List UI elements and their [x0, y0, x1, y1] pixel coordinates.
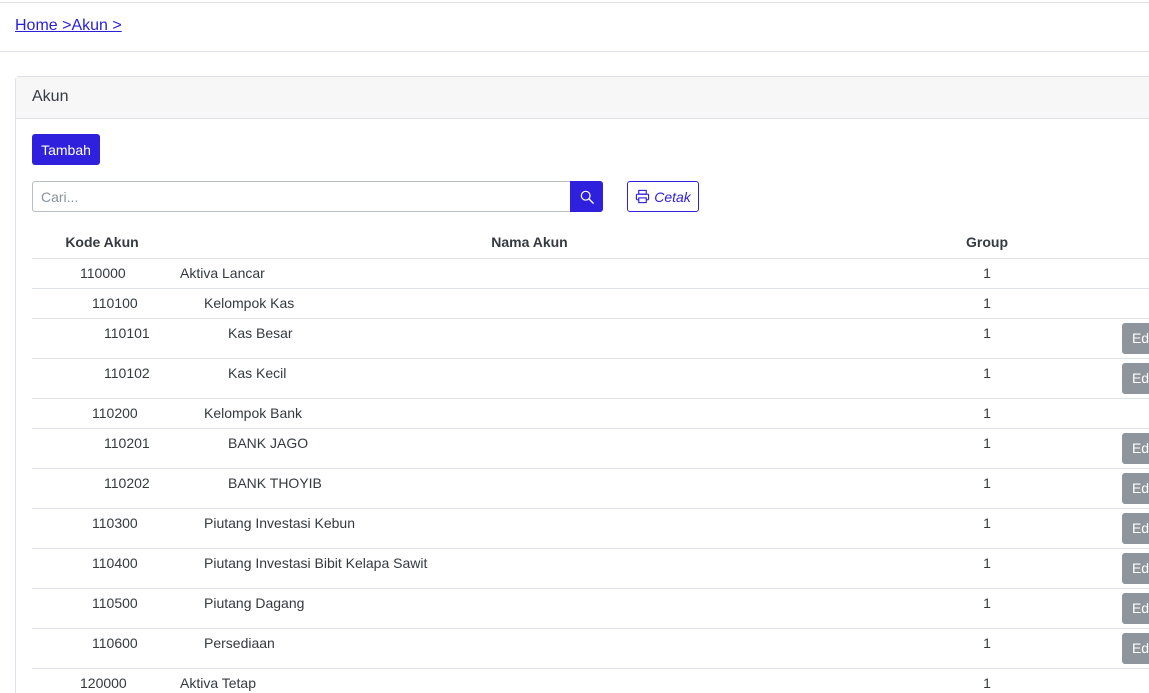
- table-row: 110201BANK JAGO1 Edit: [32, 428, 1149, 469]
- cell-group: 1: [887, 628, 1087, 669]
- cell-group: 1: [887, 468, 1087, 509]
- cell-kode-akun: 110102: [32, 358, 172, 399]
- cell-group: 1: [887, 508, 1087, 549]
- cell-kode-akun: 120000: [32, 668, 172, 693]
- cell-action: Edit: [1087, 548, 1149, 589]
- search-icon: [580, 190, 594, 204]
- cell-group: 1: [887, 588, 1087, 629]
- card-title: Akun: [16, 77, 1149, 119]
- table-row: 110202BANK THOYIB1 Edit: [32, 468, 1149, 509]
- edit-button[interactable]: Edit: [1122, 592, 1149, 624]
- cell-action: [1087, 398, 1149, 429]
- cell-nama-akun: Piutang Dagang: [172, 588, 887, 629]
- cell-nama-akun: Aktiva Tetap: [172, 668, 887, 693]
- cell-group: 1: [887, 318, 1087, 359]
- cell-action: Edit: [1087, 318, 1149, 359]
- cell-group: 1: [887, 358, 1087, 399]
- cell-nama-akun: Kas Kecil: [172, 358, 887, 399]
- cell-kode-akun: 110201: [32, 428, 172, 469]
- top-divider: [0, 2, 1149, 3]
- cetak-label: Cetak: [654, 188, 691, 205]
- breadcrumb-home-link[interactable]: Home >: [15, 17, 71, 34]
- cell-kode-akun: 110500: [32, 588, 172, 629]
- cell-kode-akun: 110101: [32, 318, 172, 359]
- edit-button[interactable]: Edit: [1122, 472, 1149, 504]
- edit-button[interactable]: Edit: [1122, 512, 1149, 544]
- cetak-button[interactable]: Cetak: [627, 181, 699, 212]
- akun-table: Kode Akun Nama Akun Group 110000 Aktiva L…: [32, 226, 1149, 693]
- cell-kode-akun: 110000: [32, 258, 172, 289]
- cell-kode-akun: 110200: [32, 398, 172, 429]
- search-button[interactable]: [570, 181, 603, 212]
- cell-kode-akun: 110202: [32, 468, 172, 509]
- cell-group: 1: [887, 258, 1087, 289]
- table-row: 110600Persediaan1 Edit: [32, 628, 1149, 669]
- tambah-button[interactable]: Tambah: [32, 134, 100, 165]
- table-header-row: Kode Akun Nama Akun Group: [32, 226, 1149, 259]
- breadcrumb-divider: [0, 51, 1149, 52]
- cell-action: [1087, 668, 1149, 693]
- header-kode-akun: Kode Akun: [32, 226, 172, 259]
- table-row: 110500Piutang Dagang1 Edit: [32, 588, 1149, 629]
- cell-kode-akun: 110600: [32, 628, 172, 669]
- cell-nama-akun: Aktiva Lancar: [172, 258, 887, 289]
- table-row: 110300Piutang Investasi Kebun1 Edit: [32, 508, 1149, 549]
- header-action: [1087, 226, 1149, 259]
- table-row: 120000 Aktiva Tetap 1: [32, 668, 1149, 693]
- cell-action: [1087, 258, 1149, 289]
- table-row: 110100 Kelompok Kas 1: [32, 288, 1149, 319]
- cell-group: 1: [887, 668, 1087, 693]
- header-nama-akun: Nama Akun: [172, 226, 887, 259]
- edit-button[interactable]: Edit: [1122, 322, 1149, 354]
- table-row: 110102Kas Kecil1 Edit: [32, 358, 1149, 399]
- table-body: 110000 Aktiva Lancar 1 110100 Kelompok Kas 1 1…: [32, 258, 1149, 693]
- cell-group: 1: [887, 398, 1087, 429]
- cell-nama-akun: Kelompok Kas: [172, 288, 887, 319]
- cell-nama-akun: Piutang Investasi Bibit Kelapa Sawit: [172, 548, 887, 589]
- table-row: 110000 Aktiva Lancar 1: [32, 258, 1149, 289]
- cell-kode-akun: 110400: [32, 548, 172, 589]
- cell-group: 1: [887, 288, 1087, 319]
- cell-action: Edit: [1087, 588, 1149, 629]
- breadcrumb: Home >Akun >: [15, 17, 122, 35]
- akun-card: Akun Tambah Cetak Kode Akun Nama Akun Gr…: [15, 76, 1149, 693]
- cell-action: Edit: [1087, 468, 1149, 509]
- edit-button[interactable]: Edit: [1122, 432, 1149, 464]
- breadcrumb-akun-link[interactable]: Akun >: [71, 17, 121, 34]
- edit-button[interactable]: Edit: [1122, 552, 1149, 584]
- header-group: Group: [887, 226, 1087, 259]
- table-row: 110400 Piutang Investasi Bibit Kelapa Saw…: [32, 548, 1149, 589]
- cell-nama-akun: BANK JAGO: [172, 428, 887, 469]
- cell-action: Edit: [1087, 628, 1149, 669]
- cell-group: 1: [887, 548, 1087, 589]
- search-group: [32, 181, 603, 212]
- search-input[interactable]: [32, 181, 570, 212]
- cell-nama-akun: Kelompok Bank: [172, 398, 887, 429]
- cell-action: Edit: [1087, 428, 1149, 469]
- cell-nama-akun: Kas Besar: [172, 318, 887, 359]
- cell-action: Edit: [1087, 358, 1149, 399]
- cell-kode-akun: 110100: [32, 288, 172, 319]
- cell-nama-akun: Piutang Investasi Kebun: [172, 508, 887, 549]
- cell-action: Edit: [1087, 508, 1149, 549]
- edit-button[interactable]: Edit: [1122, 362, 1149, 394]
- edit-button[interactable]: Edit: [1122, 632, 1149, 664]
- cell-group: 1: [887, 428, 1087, 469]
- printer-icon: [636, 189, 650, 204]
- cell-action: [1087, 288, 1149, 319]
- cell-nama-akun: Persediaan: [172, 628, 887, 669]
- table-row: 110101Kas Besar1 Edit: [32, 318, 1149, 359]
- cell-nama-akun: BANK THOYIB: [172, 468, 887, 509]
- cell-kode-akun: 110300: [32, 508, 172, 549]
- table-row: 110200 Kelompok Bank 1: [32, 398, 1149, 429]
